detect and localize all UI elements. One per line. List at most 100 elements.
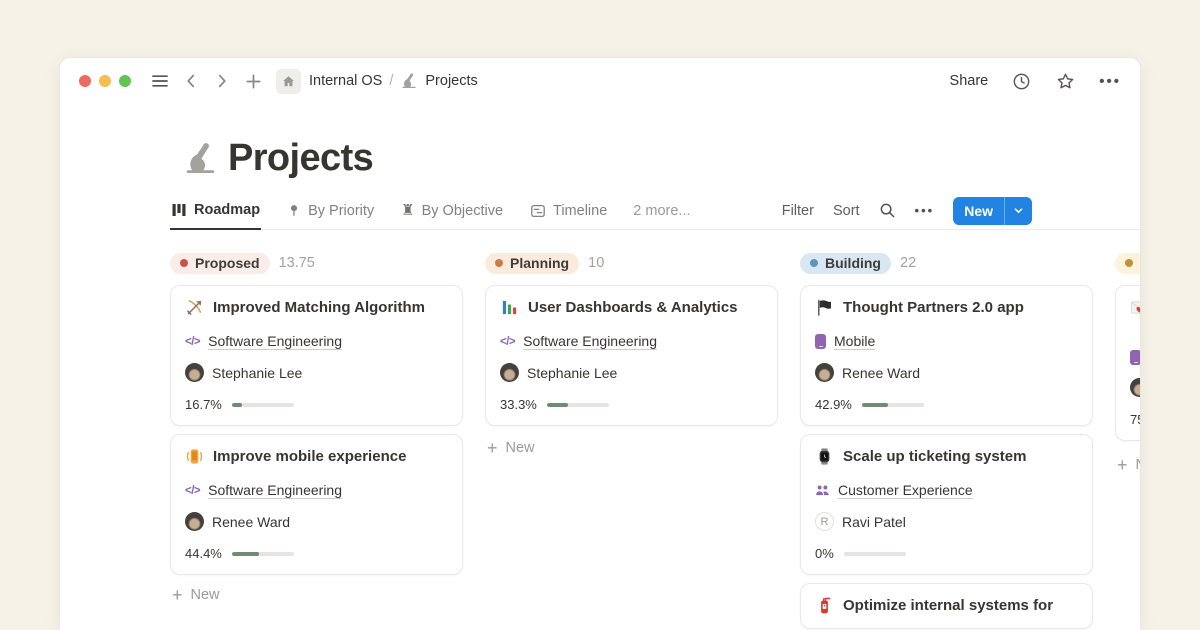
pin-icon bbox=[287, 203, 301, 218]
microscope-icon[interactable] bbox=[182, 140, 219, 177]
project-card[interactable]: Optimize internal systems for bbox=[800, 583, 1093, 629]
bar-chart-icon bbox=[500, 298, 519, 317]
sort-button[interactable]: Sort bbox=[833, 203, 860, 219]
progress-bar bbox=[547, 403, 609, 407]
traffic-lights bbox=[79, 75, 131, 87]
avatar bbox=[815, 363, 834, 382]
zoom-window-icon[interactable] bbox=[119, 75, 131, 87]
status-dot-icon bbox=[180, 259, 188, 267]
status-badge[interactable]: Planning bbox=[485, 253, 579, 274]
progress-label: 16.7% bbox=[185, 397, 222, 412]
phone-icon bbox=[815, 334, 826, 349]
back-icon[interactable] bbox=[178, 68, 204, 94]
column-proposed: Proposed 13.75 Improved Matching Algorit… bbox=[170, 252, 463, 607]
view-bar: Roadmap By Priority ♜ By Objective Timel… bbox=[170, 192, 1140, 230]
view-more-icon[interactable]: ••• bbox=[915, 203, 935, 218]
timeline-icon bbox=[530, 203, 546, 219]
progress-bar bbox=[232, 552, 294, 556]
column-planning: Planning 10 User Dashboards & Analytics … bbox=[485, 252, 778, 460]
project-card[interactable]: User Dashboards & Analytics </> Software… bbox=[485, 285, 778, 426]
share-button[interactable]: Share bbox=[950, 73, 989, 89]
code-icon: </> bbox=[185, 336, 200, 348]
card-title: Improved Matching Algorithm bbox=[213, 299, 425, 316]
progress-bar bbox=[232, 403, 294, 407]
fire-extinguisher-icon bbox=[815, 596, 834, 615]
team-tag[interactable]: Software Engineering bbox=[523, 333, 657, 350]
more-icon[interactable]: ••• bbox=[1099, 73, 1121, 90]
kanban-board: Proposed 13.75 Improved Matching Algorit… bbox=[170, 252, 1140, 630]
status-badge[interactable]: Proposed bbox=[170, 253, 270, 274]
plus-icon: + bbox=[172, 586, 183, 604]
code-icon: </> bbox=[185, 485, 200, 497]
more-views[interactable]: 2 more... bbox=[633, 203, 690, 219]
team-tag[interactable]: Software Engineering bbox=[208, 333, 342, 350]
rook-icon: ♜ bbox=[401, 203, 414, 218]
filter-button[interactable]: Filter bbox=[782, 203, 814, 219]
person-name: Renee Ward bbox=[842, 365, 920, 381]
page-header: Projects bbox=[182, 137, 1140, 180]
status-badge[interactable]: Building bbox=[800, 253, 891, 274]
add-card-button[interactable]: + New bbox=[1115, 453, 1140, 477]
column-count: 10 bbox=[588, 255, 604, 271]
add-card-button[interactable]: + New bbox=[485, 436, 778, 460]
project-card[interactable]: Improved Matching Algorithm </> Software… bbox=[170, 285, 463, 426]
toolbar: Internal OS / Projects Share ••• bbox=[60, 58, 1140, 104]
clock-icon[interactable] bbox=[1011, 71, 1032, 92]
tab-by-priority[interactable]: By Priority bbox=[286, 192, 375, 229]
tab-timeline[interactable]: Timeline bbox=[529, 192, 608, 229]
app-window: Internal OS / Projects Share ••• bbox=[60, 58, 1140, 630]
tab-roadmap[interactable]: Roadmap bbox=[170, 193, 261, 230]
home-icon[interactable] bbox=[276, 69, 301, 94]
search-icon[interactable] bbox=[879, 202, 896, 219]
project-card[interactable]: Scale up ticketing system Customer Exper… bbox=[800, 434, 1093, 575]
breadcrumb-root[interactable]: Internal OS bbox=[309, 73, 382, 89]
progress-label: 0% bbox=[815, 546, 834, 561]
forward-icon[interactable] bbox=[209, 68, 235, 94]
column-building: Building 22 Thought Partners 2.0 app Mob… bbox=[800, 252, 1093, 630]
star-icon[interactable] bbox=[1055, 71, 1076, 92]
chevron-down-icon bbox=[1005, 197, 1032, 225]
black-flag-icon bbox=[815, 298, 834, 317]
team-tag[interactable]: Mobile bbox=[834, 333, 875, 350]
add-card-button[interactable]: + New bbox=[170, 583, 463, 607]
card-title: Improve mobile experience bbox=[213, 448, 406, 465]
progress-bar bbox=[862, 403, 924, 407]
progress-label: 42.9% bbox=[815, 397, 852, 412]
card-title: Thought Partners 2.0 app bbox=[843, 299, 1024, 316]
view-actions: Filter Sort ••• New bbox=[782, 197, 1032, 225]
status-dot-icon bbox=[495, 259, 503, 267]
team-tag[interactable]: Customer Experience bbox=[838, 482, 973, 499]
breadcrumb-current[interactable]: Projects bbox=[425, 73, 477, 89]
bow-arrow-icon bbox=[185, 298, 204, 317]
card-title: Optimize internal systems for bbox=[843, 597, 1053, 614]
person-name: Stephanie Lee bbox=[527, 365, 617, 381]
breadcrumb-separator: / bbox=[389, 73, 393, 89]
close-window-icon[interactable] bbox=[79, 75, 91, 87]
card-title: User Dashboards & Analytics bbox=[528, 299, 738, 316]
progress-label: 75 bbox=[1130, 412, 1140, 427]
minimize-window-icon[interactable] bbox=[99, 75, 111, 87]
new-button[interactable]: New bbox=[953, 197, 1032, 225]
person-name: Stephanie Lee bbox=[212, 365, 302, 381]
project-card[interactable]: Thought Partners 2.0 app Mobile Renee Wa… bbox=[800, 285, 1093, 426]
project-card[interactable]: Improve mobile experience </> Software E… bbox=[170, 434, 463, 575]
team-tag[interactable]: Software Engineering bbox=[208, 482, 342, 499]
status-badge[interactable] bbox=[1115, 253, 1140, 274]
avatar: R bbox=[815, 512, 834, 531]
board-icon bbox=[171, 202, 187, 218]
project-card[interactable]: 75 bbox=[1115, 285, 1140, 441]
progress-bar bbox=[844, 552, 906, 556]
column-partial: 75 + New bbox=[1115, 252, 1140, 477]
plus-icon: + bbox=[1117, 456, 1128, 474]
avatar bbox=[500, 363, 519, 382]
menu-icon[interactable] bbox=[147, 68, 173, 94]
tab-by-objective[interactable]: ♜ By Objective bbox=[400, 192, 504, 229]
progress-label: 44.4% bbox=[185, 546, 222, 561]
avatar bbox=[185, 512, 204, 531]
new-tab-plus-icon[interactable] bbox=[240, 68, 266, 94]
people-icon bbox=[815, 483, 830, 498]
love-letter-icon bbox=[1130, 298, 1140, 317]
microscope-icon bbox=[400, 72, 418, 90]
plus-icon: + bbox=[487, 439, 498, 457]
toolbar-actions: Share ••• bbox=[950, 71, 1121, 92]
